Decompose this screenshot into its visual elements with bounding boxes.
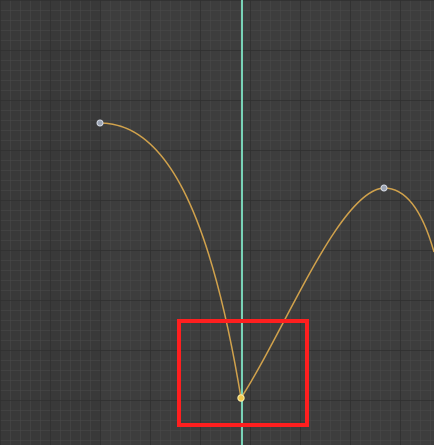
keyframe-point[interactable]: [380, 184, 388, 192]
graph-editor[interactable]: [0, 0, 434, 445]
grid: [0, 0, 434, 445]
selected-keyframe-point[interactable]: [237, 394, 245, 402]
graph-canvas[interactable]: [0, 0, 434, 445]
keyframe-point[interactable]: [96, 119, 104, 127]
